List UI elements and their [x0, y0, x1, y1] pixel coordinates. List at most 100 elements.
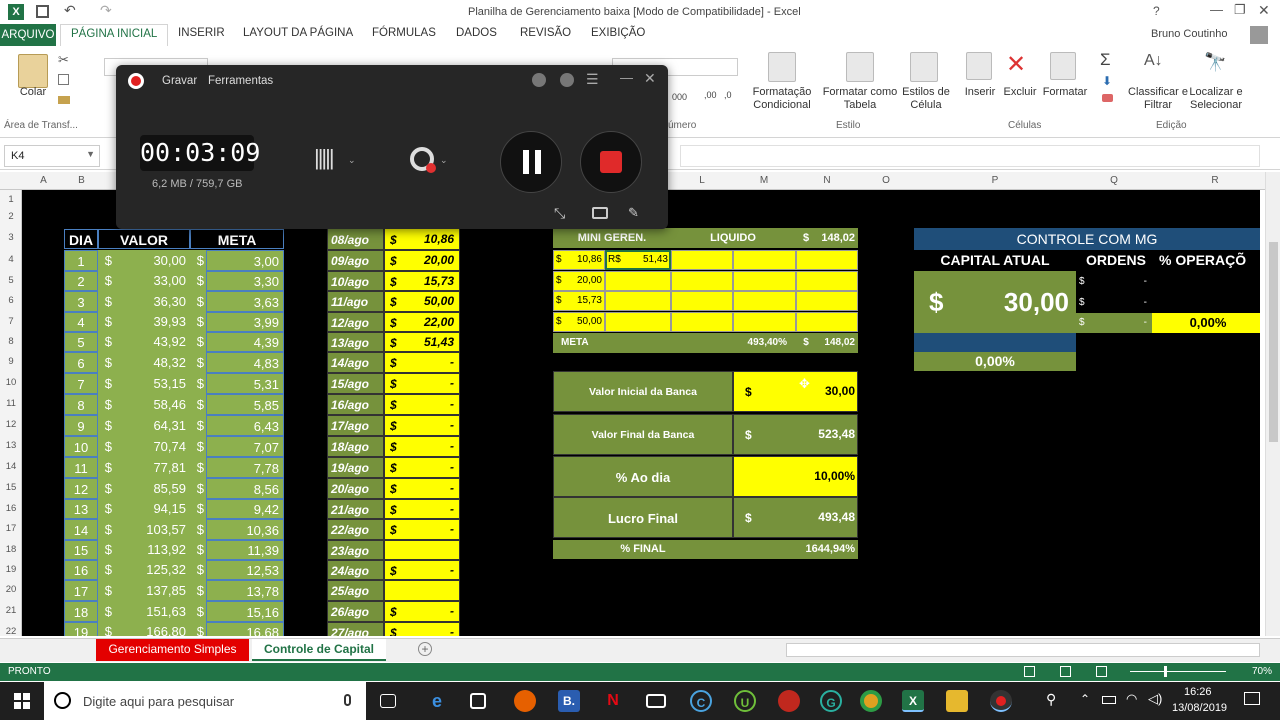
- conditional-format-icon[interactable]: [768, 52, 796, 82]
- clear-icon[interactable]: [1102, 94, 1113, 102]
- collapse-icon[interactable]: ⤡: [554, 205, 565, 222]
- pause-button[interactable]: [500, 131, 562, 193]
- row-header[interactable]: 1: [0, 194, 22, 205]
- insert-cells-icon[interactable]: [966, 52, 992, 80]
- value-cell[interactable]: 30,00: [114, 250, 190, 271]
- page-break-icon[interactable]: [1096, 666, 1107, 677]
- meta-cell[interactable]: 3,00: [206, 250, 284, 271]
- date-cell[interactable]: 19/ago: [327, 457, 384, 478]
- column-header[interactable]: A: [22, 175, 65, 186]
- netflix-icon[interactable]: N: [602, 690, 624, 712]
- value-cell[interactable]: 64,31: [114, 415, 190, 436]
- day-cell[interactable]: 12: [64, 478, 98, 499]
- date-value-cell[interactable]: -: [404, 457, 460, 478]
- date-cell[interactable]: 16/ago: [327, 394, 384, 415]
- copy-icon[interactable]: [58, 74, 69, 85]
- day-cell[interactable]: 14: [64, 519, 98, 540]
- zoom-slider[interactable]: [1130, 671, 1226, 672]
- row-header[interactable]: 14: [0, 461, 22, 472]
- minimize-button[interactable]: —: [1210, 2, 1223, 17]
- recorder-close-button[interactable]: ✕: [644, 70, 656, 87]
- audio-dropdown-icon[interactable]: ⌄: [348, 155, 356, 166]
- value-cell[interactable]: 103,57: [114, 519, 190, 540]
- day-cell[interactable]: 19: [64, 622, 98, 636]
- column-header[interactable]: M: [734, 175, 794, 186]
- meta-cell[interactable]: 3,99: [206, 312, 284, 332]
- recorder-chat-icon[interactable]: [560, 73, 574, 87]
- mini-empty-cell[interactable]: [796, 250, 858, 270]
- paste-button[interactable]: Colar: [16, 86, 50, 99]
- windows-start-icon[interactable]: [14, 693, 30, 709]
- summary-value[interactable]: 10,00%: [758, 456, 858, 497]
- value-cell[interactable]: 151,63: [114, 601, 190, 622]
- recorder-menu-tools[interactable]: Ferramentas: [208, 75, 273, 87]
- day-cell[interactable]: 6: [64, 352, 98, 373]
- date-value-cell[interactable]: 22,00: [404, 312, 460, 332]
- date-value-cell[interactable]: -: [404, 622, 460, 636]
- value-cell[interactable]: 58,46: [114, 394, 190, 415]
- date-cell[interactable]: 11/ago: [327, 291, 384, 312]
- decrease-decimal-icon[interactable]: ,0: [724, 90, 732, 100]
- meta-cell[interactable]: 7,07: [206, 436, 284, 457]
- close-button[interactable]: ✕: [1258, 2, 1270, 19]
- clock-time[interactable]: 16:26: [1184, 686, 1212, 698]
- row-header[interactable]: 13: [0, 440, 22, 451]
- date-value-cell[interactable]: 51,43: [404, 332, 460, 352]
- format-table-button[interactable]: Formatar como Tabela: [818, 86, 902, 112]
- date-value-cell[interactable]: -: [404, 560, 460, 580]
- find-select-button[interactable]: Localizar e Selecionar: [1186, 86, 1246, 112]
- mini-empty-cell[interactable]: [733, 270, 796, 291]
- fill-icon[interactable]: ⬇: [1102, 74, 1112, 88]
- date-value-cell[interactable]: 20,00: [404, 250, 460, 271]
- value-cell[interactable]: 70,74: [114, 436, 190, 457]
- day-cell[interactable]: 16: [64, 560, 98, 580]
- column-header[interactable]: O: [858, 175, 914, 186]
- day-cell[interactable]: 9: [64, 415, 98, 436]
- date-value-cell[interactable]: -: [404, 436, 460, 457]
- browser-b-icon[interactable]: B.: [558, 690, 580, 712]
- date-cell[interactable]: 23/ago: [327, 540, 384, 560]
- cell-styles-button[interactable]: Estilos de Célula: [898, 86, 954, 112]
- column-header[interactable]: L: [672, 175, 732, 186]
- sheet-area[interactable]: DIA VALOR META 1 $30,00 $3,00 2 $33,00 $3,30 3 $36…: [22, 190, 1260, 636]
- meta-cell[interactable]: 12,53: [206, 560, 284, 580]
- day-cell[interactable]: 15: [64, 540, 98, 560]
- user-avatar[interactable]: [1250, 26, 1268, 44]
- value-cell[interactable]: 85,59: [114, 478, 190, 499]
- notifications-icon[interactable]: [1244, 692, 1260, 705]
- summary-value[interactable]: 493,48: [758, 497, 858, 538]
- day-cell[interactable]: 13: [64, 499, 98, 519]
- date-cell[interactable]: 09/ago: [327, 250, 384, 271]
- increase-decimal-icon[interactable]: ,00: [704, 90, 717, 100]
- volume-icon[interactable]: ◁): [1148, 691, 1162, 707]
- add-sheet-icon[interactable]: +: [418, 642, 432, 656]
- row-header[interactable]: 15: [0, 482, 22, 493]
- mini-empty-cell[interactable]: [671, 270, 733, 291]
- meta-cell[interactable]: 10,36: [206, 519, 284, 540]
- value-cell[interactable]: 39,93: [114, 312, 190, 332]
- date-cell[interactable]: 10/ago: [327, 271, 384, 291]
- format-painter-icon[interactable]: [58, 96, 70, 104]
- date-cell[interactable]: 13/ago: [327, 332, 384, 352]
- row-header[interactable]: 6: [0, 295, 22, 306]
- redo-icon[interactable]: ↷: [100, 2, 112, 19]
- date-value-cell[interactable]: -: [404, 415, 460, 436]
- app-red-icon[interactable]: [778, 690, 800, 712]
- name-box[interactable]: K4 ▼: [4, 145, 100, 167]
- day-cell[interactable]: 5: [64, 332, 98, 352]
- day-cell[interactable]: 4: [64, 312, 98, 332]
- format-table-icon[interactable]: [846, 52, 874, 82]
- mini-empty-cell[interactable]: [796, 291, 858, 312]
- meta-cell[interactable]: 6,43: [206, 415, 284, 436]
- row-header[interactable]: 16: [0, 503, 22, 514]
- meta-cell[interactable]: 5,31: [206, 373, 284, 394]
- insert-cells-button[interactable]: Inserir: [960, 86, 1000, 99]
- date-cell[interactable]: 08/ago: [327, 228, 384, 250]
- firefox-icon[interactable]: [514, 690, 536, 712]
- meta-cell[interactable]: 11,39: [206, 540, 284, 560]
- column-header[interactable]: Q: [1076, 175, 1152, 186]
- cut-icon[interactable]: ✂: [58, 52, 69, 68]
- date-value-cell[interactable]: -: [404, 601, 460, 622]
- mini-empty-cell[interactable]: [733, 250, 796, 270]
- tab-layout[interactable]: LAYOUT DA PÁGINA: [243, 27, 353, 39]
